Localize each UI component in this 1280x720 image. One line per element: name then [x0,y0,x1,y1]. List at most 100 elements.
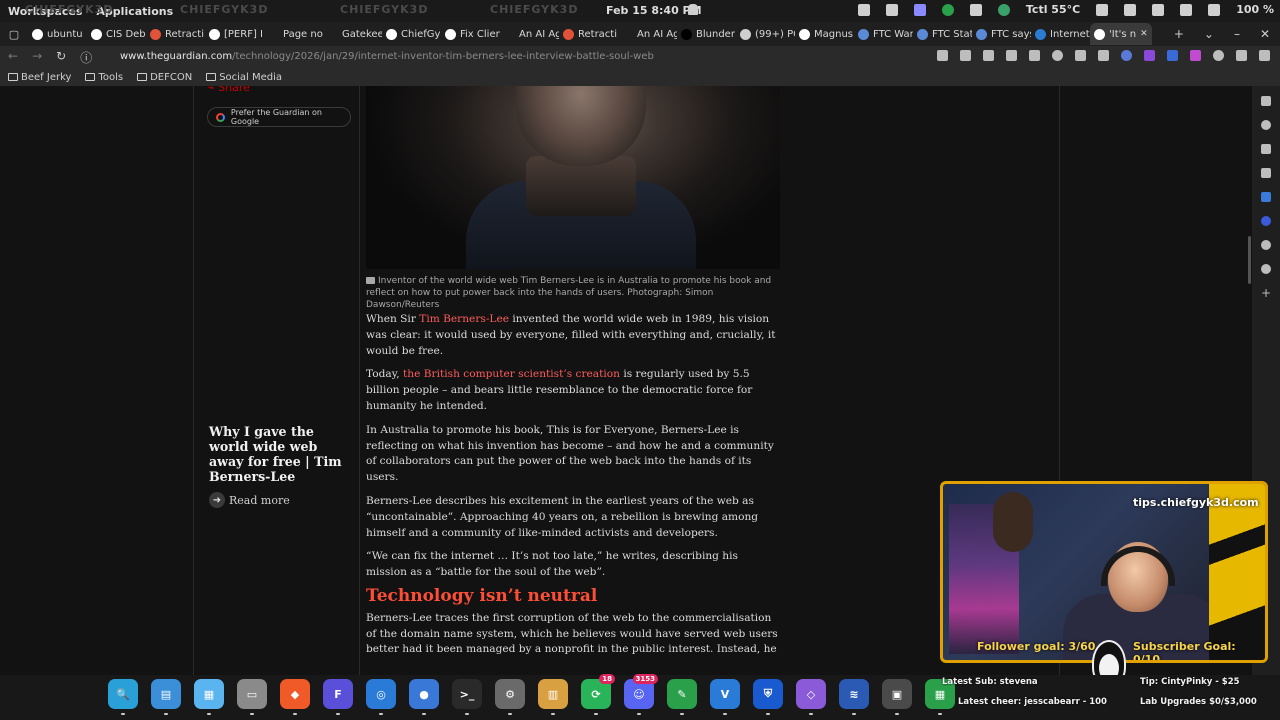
brave-browser-icon[interactable]: ◆ [280,679,310,715]
share-button[interactable]: ⌁ Share [208,86,250,94]
ferdium-panel-icon[interactable] [1261,216,1271,226]
browser-tab[interactable]: Fix Clien [441,23,500,45]
screen-icon[interactable] [857,3,870,16]
bookmark-star-icon[interactable] [1029,50,1040,61]
files-app-icon[interactable]: ▤ [151,679,181,715]
archive-app-icon[interactable]: ▥ [538,679,568,715]
notes-icon[interactable] [1261,168,1271,178]
read-more-link[interactable]: ➜ Read more [209,492,354,508]
notifications-muted-icon[interactable] [688,4,698,15]
prefer-guardian-button[interactable]: Prefer the Guardian on Google [207,107,351,127]
translate-icon[interactable] [1261,192,1271,202]
terminal-app-icon[interactable]: >_ [452,679,482,715]
back-arrow-icon[interactable]: ← [8,49,18,66]
browser-tab[interactable]: [PERF] I [205,23,264,45]
drive-icon[interactable] [969,3,982,16]
display-icon[interactable] [1124,3,1137,16]
link-british-computer-scientist[interactable]: the British computer scientist’s creatio… [403,368,620,380]
browser-tab[interactable]: FTC says [972,23,1031,45]
browser-tab[interactable]: CIS Deb [87,23,146,45]
power-icon[interactable] [1052,50,1063,61]
chrome-browser-icon[interactable]: ● [409,679,439,715]
mic-icon[interactable] [1152,3,1165,16]
add-panel-icon[interactable]: + [1261,287,1271,299]
vpn-extension-icon[interactable] [1121,50,1132,61]
related-article-title[interactable]: Why I gave the world wide web away for f… [209,424,354,484]
apps-icon[interactable] [1006,50,1017,61]
vpn-icon[interactable] [885,3,898,16]
bookmarks-panel-icon[interactable] [1261,96,1271,106]
cpu-temperature[interactable]: Tctl 55°C [1026,3,1080,16]
app-tray-icon[interactable] [997,3,1010,16]
bookmark-folder-beef-jerky[interactable]: Beef Jerky [8,72,71,83]
minimize-window-icon[interactable]: – [1234,27,1240,41]
tab-list-chevron-icon[interactable]: ⌄ [1204,27,1214,41]
browser-tab[interactable]: ubuntu [28,23,87,45]
search-app-icon[interactable]: 🔍 [108,679,138,715]
link-tim-berners-lee[interactable]: Tim Berners-Lee [419,313,509,325]
send-icon[interactable] [983,50,994,61]
new-tab-icon[interactable]: + [1174,27,1184,41]
bitwarden-app-icon[interactable]: ⛨ [753,679,783,715]
profile-icon[interactable] [1213,50,1224,61]
sidebar-toggle-icon[interactable] [1236,50,1247,61]
tray-badge-icon[interactable] [941,3,954,16]
folder-app-icon[interactable]: ▭ [237,679,267,715]
browser-menu-icon[interactable] [1259,50,1270,61]
close-window-icon[interactable]: ✕ [1260,27,1270,41]
vm-app-icon[interactable]: ▣ [882,679,912,715]
settings-panel-icon[interactable] [1261,240,1271,250]
network-app-icon[interactable]: ◎ [366,679,396,715]
extensions-icon[interactable] [1098,50,1109,61]
history-icon[interactable] [1261,120,1271,130]
reload-icon[interactable]: ↻ [56,49,66,66]
browser-tab[interactable]: An AI Agent [618,23,677,45]
discord-app-icon[interactable]: ☺ 3153 [624,674,658,715]
browser-tab[interactable]: FTC War [854,23,913,45]
page-scrollbar[interactable] [1248,236,1251,284]
browser-tab[interactable]: An AI Agent [500,23,559,45]
spreadsheet-app-icon[interactable]: ▦ [925,679,955,715]
url-field[interactable]: www.theguardian.com/technology/2026/jan/… [120,51,654,62]
browser-tab[interactable]: 'It's n ✕ [1090,23,1152,45]
site-info-icon[interactable]: ⓘ [80,49,92,66]
browser-tab[interactable]: Blunder [677,23,736,45]
browser-tab[interactable]: Retracti [146,23,205,45]
browser-tab[interactable]: FTC Stat [913,23,972,45]
browser-tab[interactable]: ChiefGy [382,23,441,45]
tab-overview-icon[interactable]: ▢ [0,28,28,41]
browser-tab[interactable]: Retracti [559,23,618,45]
obsidian-app-icon[interactable]: ◇ [796,679,826,715]
close-tab-icon[interactable]: ✕ [1140,29,1148,39]
audio-app-icon[interactable]: ≋ [839,679,869,715]
vscode-app-icon[interactable]: V [710,679,740,715]
app-grid-icon[interactable]: ▦ [194,679,224,715]
reader-mode-icon[interactable] [937,50,948,61]
evernote-app-icon[interactable]: ✎ [667,679,697,715]
related-article-card[interactable]: Why I gave the world wide web away for f… [209,424,354,508]
downloads-icon[interactable] [1261,144,1271,154]
bitwarden-extension-icon[interactable] [1167,50,1178,61]
ferdium-app-icon[interactable]: F [323,679,353,715]
network-icon[interactable] [1208,3,1221,16]
discord-tray-icon[interactable] [913,3,926,16]
extension-panel-icon[interactable] [1261,264,1271,274]
volume-icon[interactable] [1180,3,1193,16]
install-icon[interactable] [960,50,971,61]
wallet-extension-icon[interactable] [1190,50,1201,61]
settings-app-icon[interactable]: ⚙ [495,679,525,715]
browser-tab[interactable]: (99+) PC [736,23,795,45]
battery-level[interactable]: 100 % [1236,3,1274,16]
sync-app-icon[interactable]: ⟳ 18 [581,674,615,715]
bookmark-folder-defcon[interactable]: DEFCON [137,72,192,83]
browser-tab[interactable]: Page not fo [264,23,323,45]
ai-extension-icon[interactable] [1144,50,1155,61]
forward-arrow-icon[interactable]: → [32,49,42,66]
screenshot-icon[interactable] [1075,50,1086,61]
clipboard-icon[interactable] [1096,3,1109,16]
browser-tab[interactable]: Magnus [795,23,854,45]
browser-tab[interactable]: Gatekeepin [323,23,382,45]
bookmark-folder-tools[interactable]: Tools [85,72,123,83]
browser-tab[interactable]: Internet [1031,23,1090,45]
bookmark-folder-social-media[interactable]: Social Media [206,72,282,83]
